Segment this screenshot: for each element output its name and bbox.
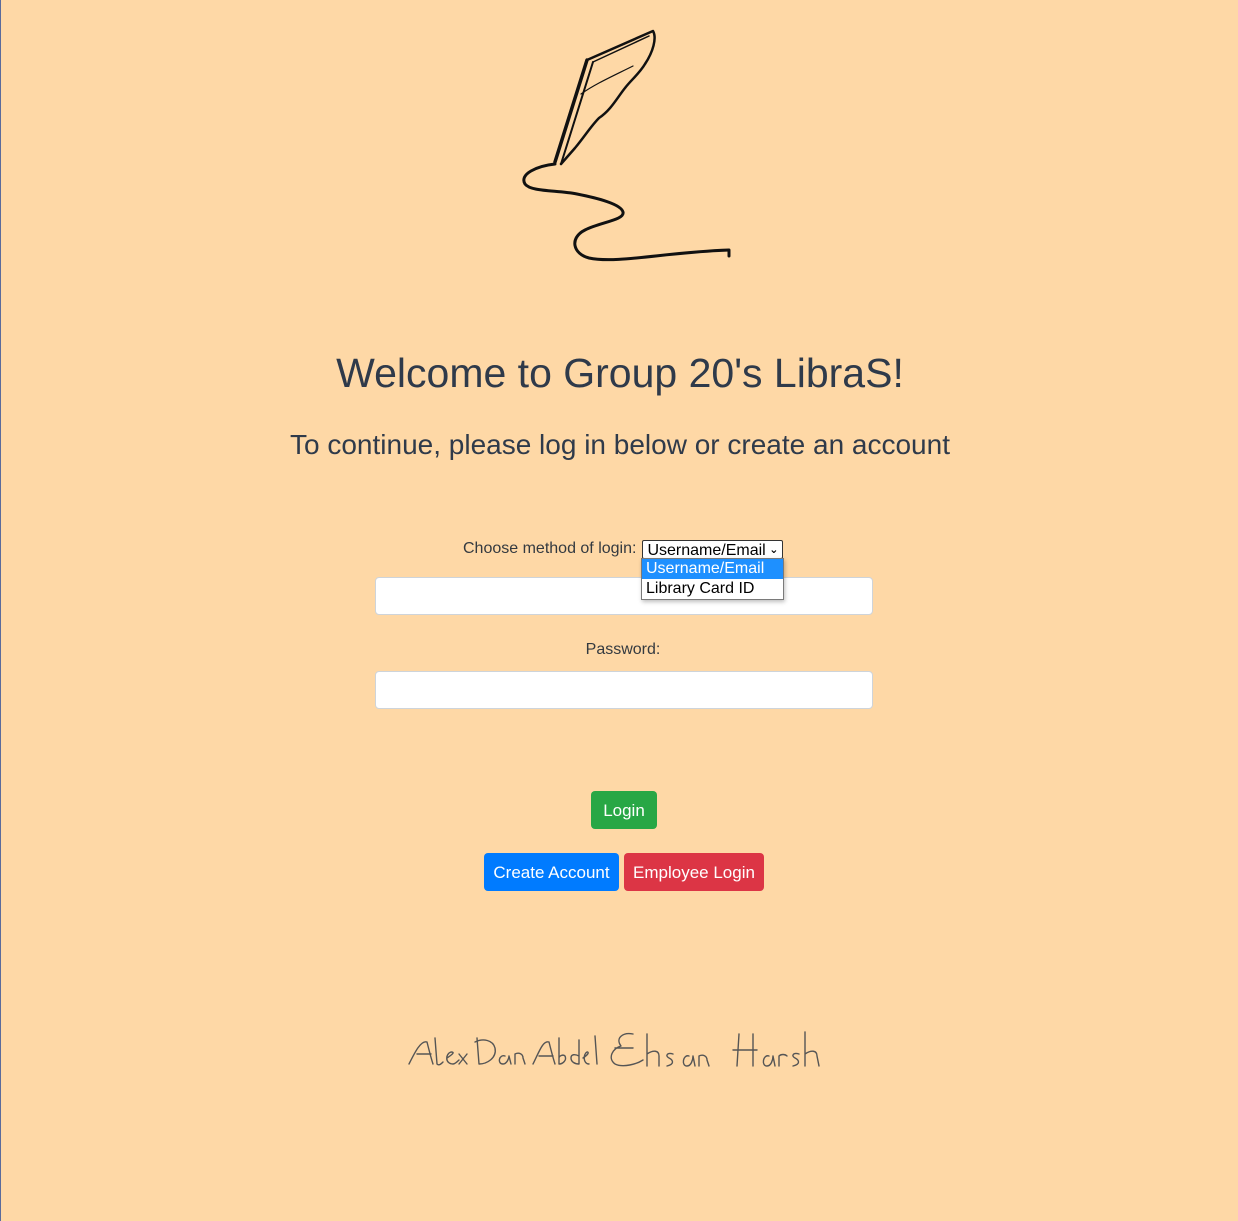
page-subtitle: To continue, please log in below or crea… <box>290 429 950 460</box>
password-label: Password: <box>585 641 661 658</box>
login-method-row: Choose method of login: Username/Email ⌄ <box>463 538 784 560</box>
employee-login-button[interactable]: Employee Login <box>624 853 764 891</box>
quill-pen-logo <box>522 29 731 262</box>
login-method-option-username-email[interactable]: Username/Email <box>642 559 783 579</box>
login-method-select[interactable]: Username/Email ⌄ <box>642 539 784 559</box>
page-title: Welcome to Group 20's LibraS! <box>336 350 904 396</box>
chevron-down-icon: ⌄ <box>769 543 779 556</box>
team-signatures-image <box>408 1031 820 1067</box>
login-method-option-library-card-id[interactable]: Library Card ID <box>642 579 783 599</box>
create-account-button[interactable]: Create Account <box>484 853 619 891</box>
login-method-dropdown: Username/Email Library Card ID <box>641 558 784 600</box>
password-input[interactable] <box>375 671 873 709</box>
login-method-label: Choose method of login: <box>463 540 637 557</box>
login-button[interactable]: Login <box>591 791 657 829</box>
login-method-selected-value: Username/Email <box>647 541 766 559</box>
username-email-input[interactable] <box>375 577 873 615</box>
